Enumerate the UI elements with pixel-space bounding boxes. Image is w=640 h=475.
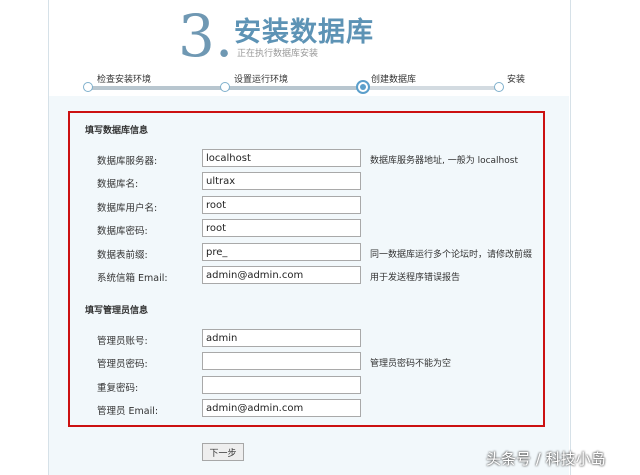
step-dot-set-env — [220, 82, 230, 92]
system-email-label: 系统信箱 Email: — [97, 273, 168, 284]
db-prefix-label: 数据表前缀: — [97, 250, 148, 261]
next-step-button[interactable]: 下一步 — [202, 443, 244, 461]
db-prefix-hint: 同一数据库运行多个论坛时，请修改前缀 — [370, 250, 533, 260]
system-email-input[interactable] — [202, 266, 361, 284]
db-password-label: 数据库密码: — [97, 226, 148, 237]
step-number: 3. — [178, 2, 234, 70]
admin-email-label: 管理员 Email: — [97, 406, 159, 417]
admin-email-input[interactable] — [202, 399, 361, 417]
page-title: 安装数据库 — [234, 17, 374, 48]
db-password-input[interactable] — [202, 219, 361, 237]
step-dot-create-db — [356, 80, 370, 94]
db-prefix-input[interactable] — [202, 243, 361, 261]
progress-track — [88, 86, 500, 90]
system-email-hint: 用于发送程序错误报告 — [370, 273, 461, 283]
db-server-hint: 数据库服务器地址, 一般为 localhost — [370, 156, 518, 166]
step-label-check-env: 检查安装环境 — [97, 75, 152, 85]
db-server-input[interactable] — [202, 149, 361, 167]
db-name-label: 数据库名: — [97, 179, 139, 190]
db-name-input[interactable] — [202, 172, 361, 190]
admin-account-input[interactable] — [202, 329, 361, 347]
db-user-label: 数据库用户名: — [97, 203, 158, 214]
step-label-create-db: 创建数据库 — [371, 75, 417, 85]
admin-password-label: 管理员密码: — [97, 359, 148, 370]
admin-account-label: 管理员账号: — [97, 336, 148, 347]
admin-section-title: 填写管理员信息 — [85, 306, 149, 316]
watermark: 头条号 / 科技小岛 — [486, 450, 606, 468]
repeat-password-input[interactable] — [202, 376, 361, 394]
step-label-install: 安装 — [507, 75, 526, 85]
step-label-set-env: 设置运行环境 — [234, 75, 289, 85]
page-subtitle: 正在执行数据库安装 — [237, 49, 319, 59]
admin-password-input[interactable] — [202, 352, 361, 370]
step-dot-install — [494, 82, 504, 92]
step-dot-check-env — [83, 82, 93, 92]
admin-password-hint: 管理员密码不能为空 — [370, 359, 452, 369]
db-section-title: 填写数据库信息 — [85, 126, 149, 136]
repeat-password-label: 重复密码: — [97, 383, 139, 394]
db-user-input[interactable] — [202, 196, 361, 214]
db-server-label: 数据库服务器: — [97, 156, 158, 167]
